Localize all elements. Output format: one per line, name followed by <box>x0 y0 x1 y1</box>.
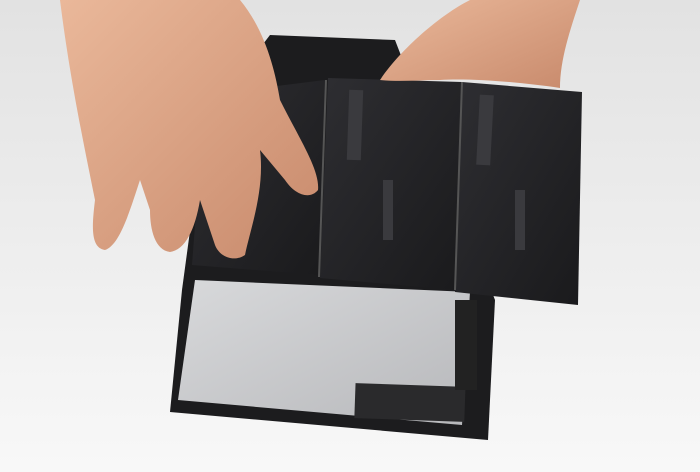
battery-label <box>515 190 525 250</box>
logic-board-strip <box>354 383 466 422</box>
side-strip <box>455 300 477 390</box>
photo-ipad-battery-removal <box>0 0 700 472</box>
battery-label <box>383 180 393 240</box>
battery-label <box>346 89 364 161</box>
